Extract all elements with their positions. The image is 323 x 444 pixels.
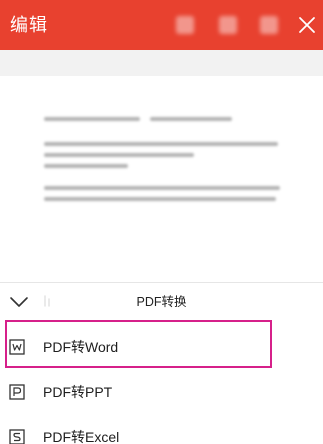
blurred-text-line xyxy=(44,164,128,168)
word-doc-icon xyxy=(9,339,25,355)
toolbar-icon-2[interactable] xyxy=(219,16,237,34)
blurred-text-line xyxy=(44,142,278,146)
blurred-text-line xyxy=(150,117,232,121)
toolbar-strip xyxy=(0,50,323,76)
document-preview xyxy=(0,76,323,282)
app-window: 编辑 PDF转换 PDF转Word PDF转PPT PDF转Excel xyxy=(0,0,323,444)
menu-item-pdf-to-ppt[interactable]: PDF转PPT xyxy=(0,373,323,411)
sheet-header: PDF转换 xyxy=(0,283,323,319)
menu-item-pdf-to-word[interactable]: PDF转Word xyxy=(0,328,323,366)
ppt-doc-icon xyxy=(9,384,25,400)
menu-item-label: PDF转PPT xyxy=(43,384,113,400)
close-icon[interactable] xyxy=(297,15,317,35)
menu-item-label: PDF转Excel xyxy=(43,429,120,444)
toolbar-icon-3[interactable] xyxy=(260,16,278,34)
blurred-text-line xyxy=(44,153,194,157)
sheet-title: PDF转换 xyxy=(136,295,187,309)
toolbar-icon-1[interactable] xyxy=(176,16,194,34)
excel-doc-icon xyxy=(9,429,25,444)
pdf-convert-sheet: PDF转换 PDF转Word PDF转PPT PDF转Excel xyxy=(0,282,323,444)
menu-item-pdf-to-excel[interactable]: PDF转Excel xyxy=(0,418,323,444)
blurred-text-line xyxy=(44,117,140,121)
blurred-text-line xyxy=(44,186,280,190)
menu-item-label: PDF转Word xyxy=(43,339,119,355)
blurred-text-line xyxy=(44,197,276,201)
top-bar: 编辑 xyxy=(0,0,323,50)
page-title: 编辑 xyxy=(10,15,48,35)
